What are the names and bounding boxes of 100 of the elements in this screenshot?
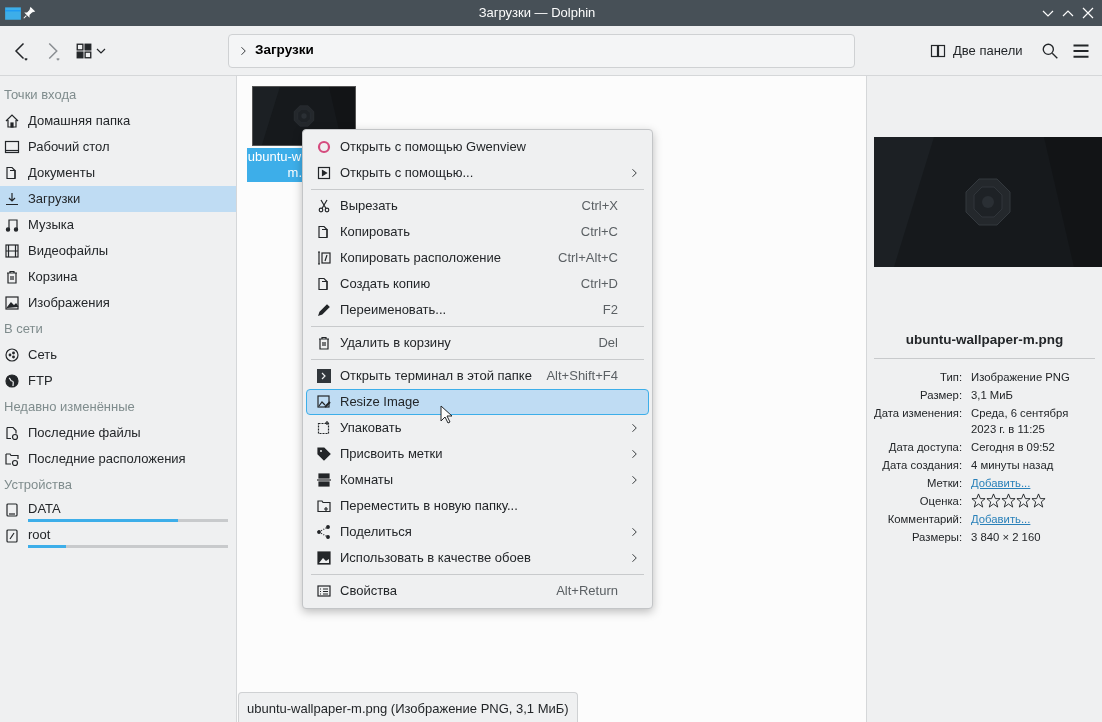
download-icon xyxy=(4,191,20,207)
menu-item[interactable]: Упаковать xyxy=(306,415,649,441)
sidebar-item[interactable]: Документы xyxy=(0,160,236,186)
menu-item[interactable]: Использовать в качестве обоев xyxy=(306,545,649,571)
field-label: Тип: xyxy=(940,370,963,386)
field-label: Дата создания: xyxy=(882,458,963,474)
breadcrumb-button[interactable]: Загрузки xyxy=(255,40,314,61)
field-value: Изображение PNG xyxy=(971,370,1071,386)
menu-item[interactable]: Открыть с помощью Gwenview xyxy=(306,134,649,160)
shortcut-text: Del xyxy=(598,334,618,353)
field-value: Сегодня в 09:52 xyxy=(971,440,1056,456)
tag-icon xyxy=(316,446,332,462)
sidebar-item[interactable]: Домашняя папка xyxy=(0,108,236,134)
section-header: В сети xyxy=(3,320,44,338)
sidebar-item[interactable]: Последние расположения xyxy=(0,446,236,472)
sidebar-item[interactable]: Изображения xyxy=(0,290,236,316)
share-icon xyxy=(316,524,332,540)
sidebar-item[interactable]: Видеофайлы xyxy=(0,238,236,264)
recent-folder-icon xyxy=(4,451,20,467)
field-value: Среда, 6 сентября 2023 г. в 11:25 xyxy=(971,406,1070,438)
play-box-icon xyxy=(316,165,332,181)
star-icon[interactable] xyxy=(1016,493,1032,509)
sidebar-item[interactable]: Музыка xyxy=(0,212,236,238)
add-link[interactable]: Добавить... xyxy=(971,513,1031,526)
field-label: Оценка: xyxy=(919,494,963,510)
rooms-icon xyxy=(316,472,332,488)
shortcut-text: F2 xyxy=(602,301,618,320)
cursor-icon xyxy=(440,405,452,424)
folder-icon[interactable] xyxy=(4,4,22,22)
shortcut-text: Alt+Return xyxy=(556,582,618,601)
sidebar-item[interactable]: Загрузки xyxy=(0,186,236,212)
menu-item[interactable]: Вырезать Ctrl+X xyxy=(306,193,649,219)
menu-item[interactable]: Удалить в корзину Del xyxy=(306,330,649,356)
section-header: Недавно изменённые xyxy=(3,398,136,416)
recent-file-icon xyxy=(4,425,20,441)
properties-icon xyxy=(316,583,332,599)
sidebar-item[interactable]: Корзина xyxy=(0,264,236,290)
home-icon xyxy=(4,113,20,129)
shortcut-text: Ctrl+C xyxy=(580,223,618,242)
sidebar-item[interactable]: Последние файлы xyxy=(0,420,236,446)
trash-icon xyxy=(4,269,20,285)
field-label: Метки: xyxy=(927,476,963,492)
field-value: 3,1 МиБ xyxy=(971,388,1014,404)
menu-item[interactable]: Открыть терминал в этой папке Alt+Shift+F4 xyxy=(306,363,649,389)
image-icon xyxy=(4,295,20,311)
field-value: 4 минуты назад xyxy=(971,458,1055,474)
shortcut-text: Ctrl+X xyxy=(581,197,618,216)
location-bar[interactable]: Загрузки xyxy=(228,33,855,68)
menu-item[interactable]: Переместить в новую папку... xyxy=(306,493,649,519)
copy-location-icon xyxy=(316,250,332,266)
sidebar-item[interactable]: DATA xyxy=(0,498,236,524)
music-icon xyxy=(4,217,20,233)
sidebar-item[interactable]: FTP xyxy=(0,368,236,394)
shortcut-text: Alt+Shift+F4 xyxy=(546,367,618,386)
terminal-icon xyxy=(316,368,332,384)
menu-item[interactable]: Поделиться xyxy=(306,519,649,545)
field-value: 3 840 × 2 160 xyxy=(971,530,1042,546)
menu-item[interactable]: Переименовать... F2 xyxy=(306,297,649,323)
field-label: Дата изменения: xyxy=(874,406,963,422)
section-header: Устройства xyxy=(3,476,73,494)
star-icon[interactable] xyxy=(971,493,987,509)
split-button[interactable]: Две панели xyxy=(927,37,1026,64)
pin-icon[interactable] xyxy=(22,6,36,20)
star-icon[interactable] xyxy=(986,493,1002,509)
star-icon[interactable] xyxy=(1031,493,1047,509)
image-icon xyxy=(316,550,332,566)
field-label: Комментарий: xyxy=(887,512,963,528)
shortcut-text: Ctrl+Alt+C xyxy=(558,249,618,268)
menu-item[interactable]: Создать копию Ctrl+D xyxy=(306,271,649,297)
ring-icon xyxy=(316,139,332,155)
menu-item[interactable]: Открыть с помощью... xyxy=(306,160,649,186)
sidebar-item[interactable]: Сеть xyxy=(0,342,236,368)
add-link[interactable]: Добавить... xyxy=(971,477,1031,490)
drive-icon xyxy=(4,502,20,518)
status-text: ubuntu-wallpaper-m.png (Изображение PNG, 3,1 МиБ) xyxy=(238,692,578,722)
window-title: Загрузки — Dolphin xyxy=(477,4,597,23)
desktop-icon xyxy=(4,139,20,155)
field-label: Размер: xyxy=(920,388,963,404)
split-panels-icon xyxy=(930,42,947,59)
globe-icon xyxy=(4,373,20,389)
film-icon xyxy=(4,243,20,259)
grid-icon xyxy=(75,41,93,60)
field-label: Размеры: xyxy=(911,530,963,546)
menu-item[interactable]: Копировать Ctrl+C xyxy=(306,219,649,245)
menu-item[interactable]: Свойства Alt+Return xyxy=(306,578,649,604)
menu-item[interactable]: Копировать расположение Ctrl+Alt+C xyxy=(306,245,649,271)
menu-item[interactable]: Комнаты xyxy=(306,467,649,493)
sidebar-item[interactable]: root xyxy=(0,524,236,550)
star-icon[interactable] xyxy=(1001,493,1017,509)
file-title: ubuntu-wallpaper-m.png xyxy=(874,330,1095,360)
archive-icon xyxy=(316,420,332,436)
field-label: Дата доступа: xyxy=(888,440,963,456)
sidebar-item[interactable]: Рабочий стол xyxy=(0,134,236,160)
shortcut-text: Ctrl+D xyxy=(580,275,618,294)
menu-item[interactable]: Resize Image xyxy=(306,389,649,415)
image-edit-icon xyxy=(316,394,332,410)
network-icon xyxy=(4,347,20,363)
pencil-icon xyxy=(316,302,332,318)
new-folder-icon xyxy=(316,498,332,514)
menu-item[interactable]: Присвоить метки xyxy=(306,441,649,467)
